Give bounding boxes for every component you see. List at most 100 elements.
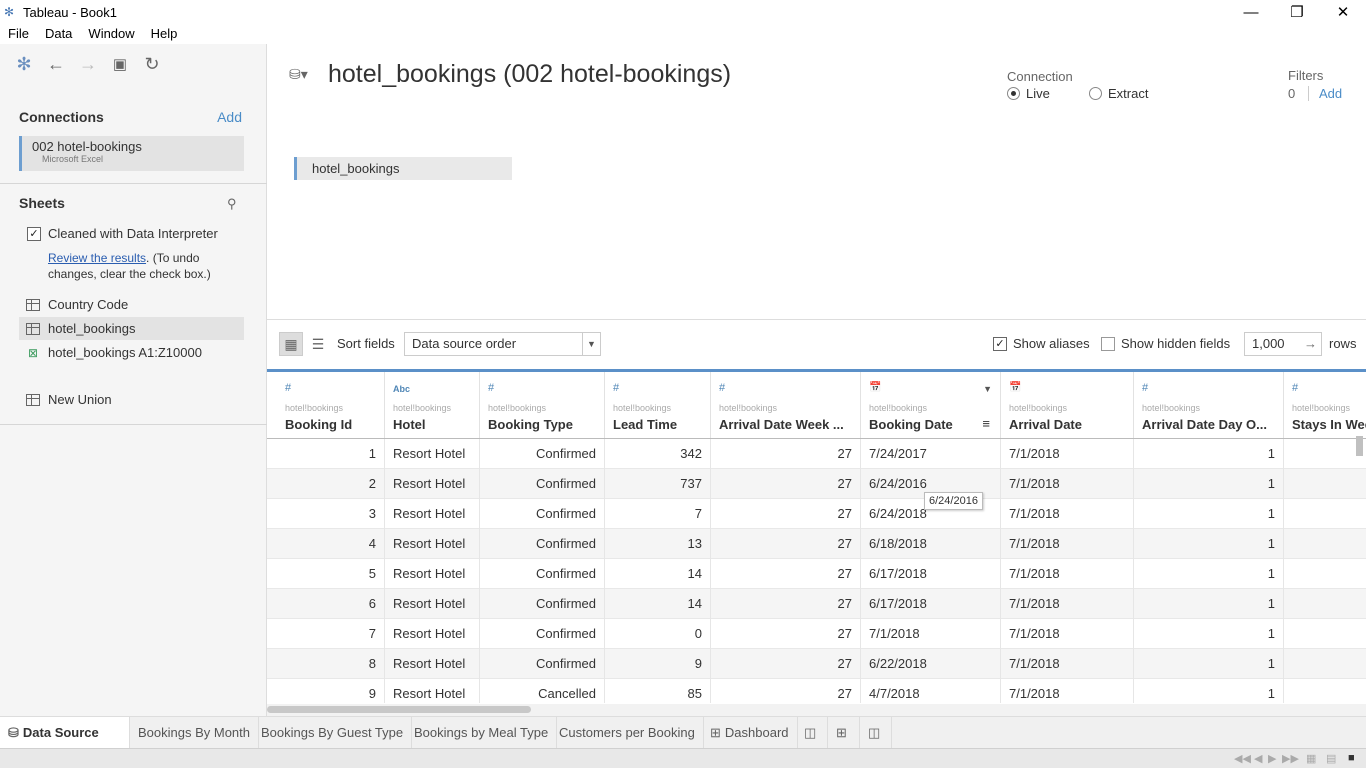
- canvas-divider[interactable]: [267, 319, 1366, 320]
- table-cell[interactable]: 27: [711, 559, 861, 589]
- new-dashboard-icon[interactable]: ⊞: [828, 717, 860, 749]
- back-icon[interactable]: ←: [40, 49, 72, 79]
- number-type-icon[interactable]: #: [1142, 382, 1148, 394]
- table-cell[interactable]: 7/1/2018: [1001, 439, 1134, 469]
- column-header[interactable]: # hotel!bookings Booking Type: [480, 372, 605, 438]
- table-cell[interactable]: 2: [277, 469, 385, 499]
- number-type-icon[interactable]: #: [613, 382, 619, 394]
- tabs-icon[interactable]: ■: [1348, 752, 1355, 764]
- table-cell[interactable]: 13: [605, 529, 711, 559]
- column-header[interactable]: 📅 hotel!bookings Arrival Date: [1001, 372, 1134, 438]
- show-hidden-toggle[interactable]: Show hidden fields: [1101, 336, 1230, 351]
- table-cell[interactable]: 7: [277, 619, 385, 649]
- scroll-thumb[interactable]: [1356, 436, 1363, 456]
- live-radio[interactable]: Live: [1007, 86, 1050, 101]
- list-view-icon[interactable]: ☰: [306, 332, 330, 356]
- tableau-home-icon[interactable]: ✻: [8, 49, 40, 79]
- table-cell[interactable]: 7/1/2018: [1001, 469, 1134, 499]
- table-cell[interactable]: Confirmed: [480, 589, 605, 619]
- menu-data[interactable]: Data: [37, 24, 80, 44]
- table-cell[interactable]: 27: [711, 619, 861, 649]
- show-hidden-checkbox[interactable]: [1101, 336, 1115, 351]
- table-cell[interactable]: 27: [711, 649, 861, 679]
- table-cell[interactable]: 27: [711, 439, 861, 469]
- grid-view-icon[interactable]: ▦: [279, 332, 303, 356]
- table-cell[interactable]: Resort Hotel: [385, 469, 480, 499]
- show-aliases-checkbox[interactable]: ✓: [993, 336, 1007, 351]
- table-cell[interactable]: 1: [277, 439, 385, 469]
- table-cell[interactable]: Resort Hotel: [385, 679, 480, 703]
- menu-file[interactable]: File: [0, 24, 37, 44]
- table-cell[interactable]: 27: [711, 679, 861, 703]
- table-cell[interactable]: 7/1/2018: [1001, 589, 1134, 619]
- add-connection-link[interactable]: Add: [217, 109, 242, 125]
- table-cell[interactable]: 27: [711, 589, 861, 619]
- column-header[interactable]: # hotel!bookings Stays In Wee: [1284, 372, 1366, 438]
- number-type-icon[interactable]: #: [488, 382, 494, 394]
- tab-bookings-by-meal-type[interactable]: Bookings by Meal Type: [406, 717, 558, 749]
- search-icon[interactable]: ⚲: [227, 196, 237, 212]
- table-cell[interactable]: 7/1/2018: [861, 619, 1001, 649]
- table-cell[interactable]: 7/1/2018: [1001, 529, 1134, 559]
- table-cell[interactable]: 8: [277, 649, 385, 679]
- table-cell[interactable]: 27: [711, 499, 861, 529]
- extract-radio-button[interactable]: [1089, 87, 1102, 100]
- tab-bookings-by-guest-type[interactable]: Bookings By Guest Type: [253, 717, 413, 749]
- interpreter-checkbox[interactable]: ✓: [27, 226, 41, 241]
- next-page-icon[interactable]: ▶: [1268, 752, 1276, 765]
- new-union-button[interactable]: New Union: [19, 388, 244, 411]
- table-cell[interactable]: Resort Hotel: [385, 589, 480, 619]
- table-cell[interactable]: 6/17/2018: [861, 559, 1001, 589]
- extract-radio[interactable]: Extract: [1089, 86, 1148, 101]
- sort-fields-select[interactable]: Data source order ▼: [404, 332, 601, 356]
- tab-data-source[interactable]: ⛁ Data Source: [0, 717, 130, 749]
- tab-bookings-by-month[interactable]: Bookings By Month: [130, 717, 260, 749]
- table-cell[interactable]: 1: [1134, 649, 1284, 679]
- canvas-table-hotel-bookings[interactable]: hotel_bookings: [294, 157, 512, 180]
- column-header[interactable]: # hotel!bookings Lead Time: [605, 372, 711, 438]
- datasource-icon[interactable]: ⛁▾: [289, 66, 309, 82]
- table-cell[interactable]: 7/1/2018: [1001, 679, 1134, 703]
- first-page-icon[interactable]: ◀◀: [1234, 752, 1251, 765]
- menu-window[interactable]: Window: [80, 24, 142, 44]
- prev-page-icon[interactable]: ◀: [1254, 752, 1262, 765]
- calendar-icon[interactable]: 📅: [869, 382, 881, 393]
- table-cell[interactable]: Confirmed: [480, 499, 605, 529]
- table-cell[interactable]: Confirmed: [480, 559, 605, 589]
- string-type-icon[interactable]: Abc: [393, 384, 410, 394]
- new-worksheet-icon[interactable]: ◫: [796, 717, 828, 749]
- table-cell[interactable]: Resort Hotel: [385, 649, 480, 679]
- calendar-icon[interactable]: 📅: [1009, 382, 1021, 393]
- table-cell[interactable]: Confirmed: [480, 619, 605, 649]
- save-icon[interactable]: ▣: [104, 49, 136, 79]
- filmstrip-icon[interactable]: ▤: [1326, 752, 1336, 765]
- forward-icon[interactable]: →: [72, 49, 104, 79]
- restore-icon[interactable]: ❐: [1274, 0, 1320, 24]
- table-cell[interactable]: 1: [1134, 619, 1284, 649]
- review-results-link[interactable]: Review the results: [48, 251, 146, 265]
- data-interpreter-toggle[interactable]: ✓ Cleaned with Data Interpreter: [27, 226, 218, 241]
- table-cell[interactable]: Resort Hotel: [385, 499, 480, 529]
- table-cell[interactable]: 7/1/2018: [1001, 499, 1134, 529]
- refresh-icon[interactable]: ↻: [136, 49, 168, 79]
- add-filter-link[interactable]: Add: [1319, 86, 1342, 101]
- table-cell[interactable]: 9: [605, 649, 711, 679]
- table-cell[interactable]: 1: [1134, 529, 1284, 559]
- column-header[interactable]: # hotel!bookings Booking Id: [277, 372, 385, 438]
- table-cell[interactable]: 7: [605, 499, 711, 529]
- number-type-icon[interactable]: #: [719, 382, 725, 394]
- table-cell[interactable]: 3: [277, 499, 385, 529]
- table-cell[interactable]: 1: [1134, 499, 1284, 529]
- table-cell[interactable]: 5: [277, 559, 385, 589]
- table-cell[interactable]: 1: [1134, 679, 1284, 703]
- column-header[interactable]: # hotel!bookings Arrival Date Day O...: [1134, 372, 1284, 438]
- table-cell[interactable]: Confirmed: [480, 529, 605, 559]
- table-cell[interactable]: Resort Hotel: [385, 619, 480, 649]
- table-cell[interactable]: 85: [605, 679, 711, 703]
- table-cell[interactable]: 6: [277, 589, 385, 619]
- table-cell[interactable]: 27: [711, 469, 861, 499]
- live-radio-button[interactable]: [1007, 87, 1020, 100]
- last-page-icon[interactable]: ▶▶: [1282, 752, 1299, 765]
- table-cell[interactable]: 7/24/2017: [861, 439, 1001, 469]
- table-cell[interactable]: 1: [1134, 469, 1284, 499]
